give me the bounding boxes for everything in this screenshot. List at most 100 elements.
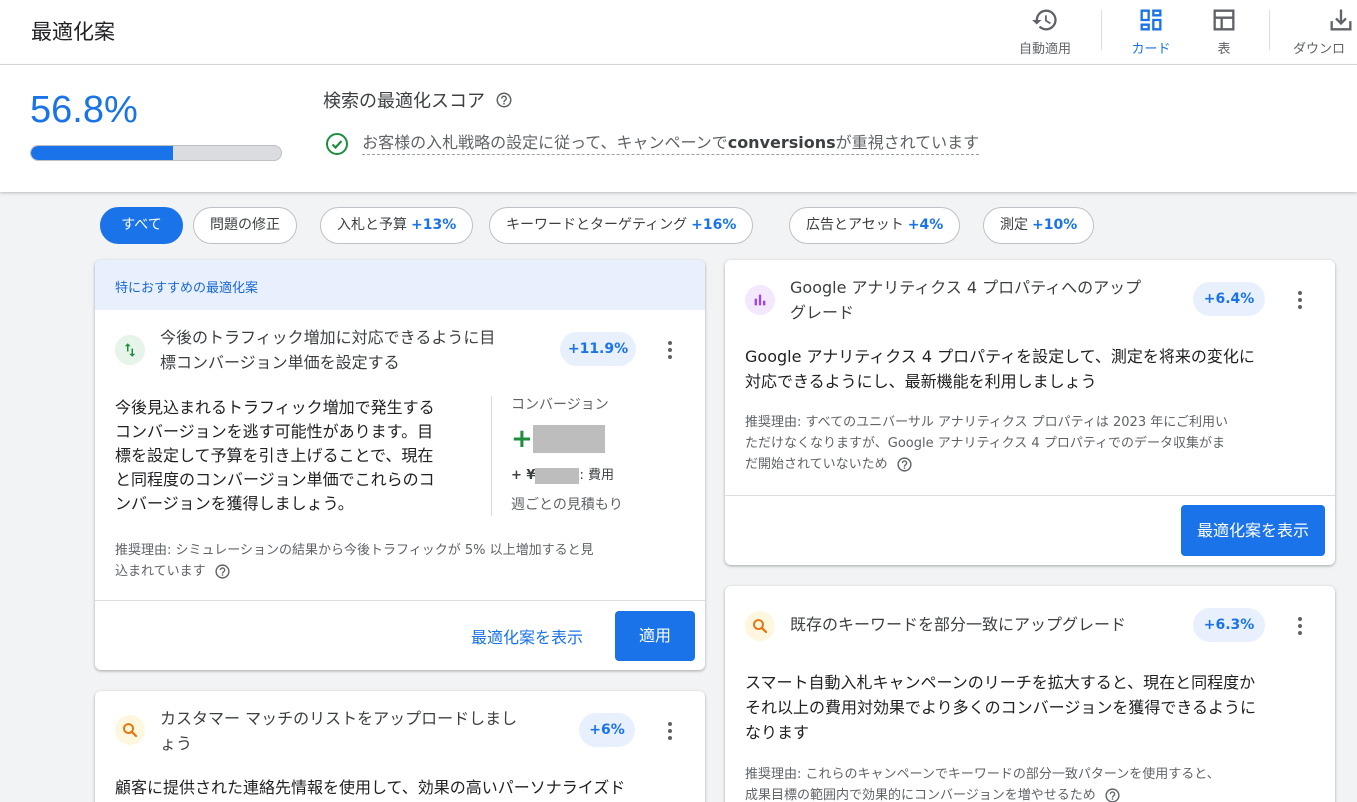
card-title-line: グレード <box>790 303 855 322</box>
dashboard-icon <box>1140 9 1162 31</box>
desc-line: Google アナリティクス 4 プロパティを設定して、測定を将来の変化に <box>745 347 1255 366</box>
score-message-pre: お客様の入札戦略の設定に従って、キャンペーンで <box>362 133 728 152</box>
redacted-value <box>532 425 605 453</box>
apply-button[interactable]: 適用 <box>615 611 695 661</box>
top-bar: 最適化案 自動適用 カード 表 ダウンロ <box>0 0 1357 65</box>
desc-line: なります <box>745 723 810 742</box>
recommendation-card-customer-match: カスタマー マッチのリストをアップロードしまし ょう +6% 顧客に提供された連… <box>95 691 705 802</box>
cost-prefix: + ¥ <box>511 468 536 483</box>
score-title: 検索の最適化スコア <box>323 91 485 112</box>
metric-label: コンバージョン <box>511 397 609 413</box>
card-title-line: 標コンバージョン単価を設定する <box>160 353 400 372</box>
desc-line: 標を設定して予算を引き上げることで、現在 <box>115 446 434 465</box>
table-icon <box>1213 9 1235 31</box>
score-value: 56.8% <box>30 89 138 131</box>
card-footer-divider <box>725 495 1335 496</box>
toolbar-divider <box>1101 10 1102 50</box>
desc-line: ンバージョンを獲得しましょう。 <box>115 494 354 513</box>
desc-line: それ以上の費用対効果でより多くのコンバージョンを獲得できるように <box>745 698 1257 717</box>
reason-line: 推奨理由: すべてのユニバーサル アナリティクス プロパティは 2023 年にご… <box>745 415 1228 430</box>
reason-line: 推奨理由: これらのキャンペーンでキーワードの部分一致パターンを使用すると、 <box>745 767 1220 782</box>
desc-line: コンバージョンを逃す可能性があります。目 <box>115 422 434 441</box>
more-vert-icon[interactable] <box>658 338 682 362</box>
metric-value: + <box>511 424 605 454</box>
score-progress-bar <box>30 145 282 161</box>
help-icon[interactable] <box>1104 787 1121 802</box>
download-icon <box>1330 9 1352 31</box>
chip-bids-budgets[interactable]: 入札と予算 +13% <box>320 207 474 244</box>
score-progress-fill <box>31 146 173 160</box>
chip-pct: +16% <box>691 217 737 233</box>
chip-fix-issues[interactable]: 問題の修正 <box>193 207 297 244</box>
cost-row: + ¥ : 費用 <box>511 464 614 484</box>
card-title-line: Google アナリティクス 4 プロパティへのアップ <box>790 278 1142 297</box>
more-vert-icon[interactable] <box>1288 288 1312 312</box>
help-icon[interactable] <box>495 91 513 114</box>
chip-label: すべて <box>121 217 162 233</box>
score-uplift-badge: +11.9% <box>560 332 636 366</box>
chip-measurement[interactable]: 測定 +10% <box>983 207 1095 244</box>
vertical-divider <box>491 396 492 516</box>
metric-plus: + <box>511 424 533 454</box>
download-button[interactable]: ダウンロ <box>1293 4 1357 60</box>
card-title-line: 今後のトラフィック増加に対応できるように目 <box>160 328 496 347</box>
estimate-label: 週ごとの見積もり <box>511 497 623 513</box>
recommendation-card-broad-match: 既存のキーワードを部分一致にアップグレード +6.3% スマート自動入札キャンペ… <box>725 586 1335 802</box>
chip-pct: +10% <box>1032 217 1078 233</box>
card-description: Google アナリティクス 4 プロパティを設定して、測定を将来の変化に 対応… <box>745 344 1325 394</box>
card-title-line: カスタマー マッチのリストをアップロードしまし <box>160 709 518 728</box>
cost-suffix: : 費用 <box>579 468 614 483</box>
desc-line: 今後見込まれるトラフィック増加で発生する <box>115 398 435 417</box>
card-description: 今後見込まれるトラフィック増加で発生する コンバージョンを逃す可能性があります。… <box>115 396 480 516</box>
analytics-bars-icon <box>745 285 775 315</box>
more-vert-icon[interactable] <box>1288 614 1312 638</box>
card-title-line: ょう <box>160 734 193 753</box>
card-description: 顧客に提供された連絡先情報を使用して、効果の高いパーソナライズド <box>115 778 626 797</box>
reason-line: 成果目標の範囲内で効果的にコンバージョンを増やせるため <box>745 788 1096 802</box>
reason-line: 推奨理由: シミュレーションの結果から今後トラフィックが 5% 以上増加すると見 <box>115 543 594 558</box>
view-recommendation-button[interactable]: 最適化案を表示 <box>1181 505 1325 556</box>
card-title: カスタマー マッチのリストをアップロードしまし ょう <box>160 706 560 756</box>
score-uplift-badge: +6.4% <box>1193 282 1265 316</box>
recommendation-card-tcpa: 特におすすめの最適化案 今後のトラフィック増加に対応できるように目 標コンバージ… <box>95 260 705 670</box>
chip-pct: +4% <box>907 217 944 233</box>
card-view-button[interactable]: カード <box>1122 4 1180 60</box>
recommendation-card-ga4: Google アナリティクス 4 プロパティへのアップ グレード +6.4% G… <box>725 260 1335 565</box>
table-view-label: 表 <box>1217 42 1231 57</box>
chip-pct: +13% <box>411 217 457 233</box>
trending-arrows-icon <box>115 335 145 365</box>
card-view-label: カード <box>1131 42 1171 57</box>
chip-all[interactable]: すべて <box>100 207 183 244</box>
optimization-score-panel: 56.8% 検索の最適化スコア お客様の入札戦略の設定に従って、キャンペーンでc… <box>0 65 1357 192</box>
view-recommendation-button[interactable]: 最適化案を表示 <box>471 624 583 648</box>
desc-line: スマート自動入札キャンペーンのリーチを拡大すると、現在と同程度か <box>745 673 1256 692</box>
reason-text: 推奨理由: シミュレーションの結果から今後トラフィックが 5% 以上増加すると見… <box>115 540 685 582</box>
score-message-post: が重視されています <box>835 133 980 152</box>
check-circle-icon <box>326 132 348 155</box>
chip-keywords-targeting[interactable]: キーワードとターゲティング +16% <box>489 207 754 244</box>
chip-label: 問題の修正 <box>210 217 280 233</box>
auto-apply-button[interactable]: 自動適用 <box>1012 4 1078 60</box>
desc-line: と同程度のコンバージョン単価でこれらのコ <box>115 470 435 489</box>
card-title: 今後のトラフィック増加に対応できるように目 標コンバージョン単価を設定する <box>160 325 550 375</box>
chip-ads-assets[interactable]: 広告とアセット +4% <box>789 207 961 244</box>
score-message: お客様の入札戦略の設定に従って、キャンペーンでconversionsが重視されて… <box>325 129 980 156</box>
score-message-bold: conversions <box>727 133 836 152</box>
reason-line: だ開始されていないため <box>745 457 888 472</box>
more-vert-icon[interactable] <box>658 719 682 743</box>
reason-text: 推奨理由: すべてのユニバーサル アナリティクス プロパティは 2023 年にご… <box>745 412 1325 475</box>
help-icon[interactable] <box>896 456 913 473</box>
table-view-button[interactable]: 表 <box>1204 4 1244 60</box>
chip-label: 入札と予算 <box>337 217 407 233</box>
help-icon[interactable] <box>214 563 231 580</box>
score-uplift-badge: +6% <box>579 713 635 747</box>
score-title-row: 検索の最適化スコア <box>323 87 513 114</box>
score-uplift-badge: +6.3% <box>1193 608 1265 642</box>
card-title: Google アナリティクス 4 プロパティへのアップ グレード <box>790 275 1190 325</box>
reason-line: 込まれています <box>115 564 206 579</box>
chip-label: キーワードとターゲティング <box>506 217 688 233</box>
card-title: 既存のキーワードを部分一致にアップグレード <box>790 615 1127 634</box>
search-icon <box>115 715 145 745</box>
chip-label: 測定 <box>1000 217 1028 233</box>
page-title: 最適化案 <box>31 20 115 44</box>
